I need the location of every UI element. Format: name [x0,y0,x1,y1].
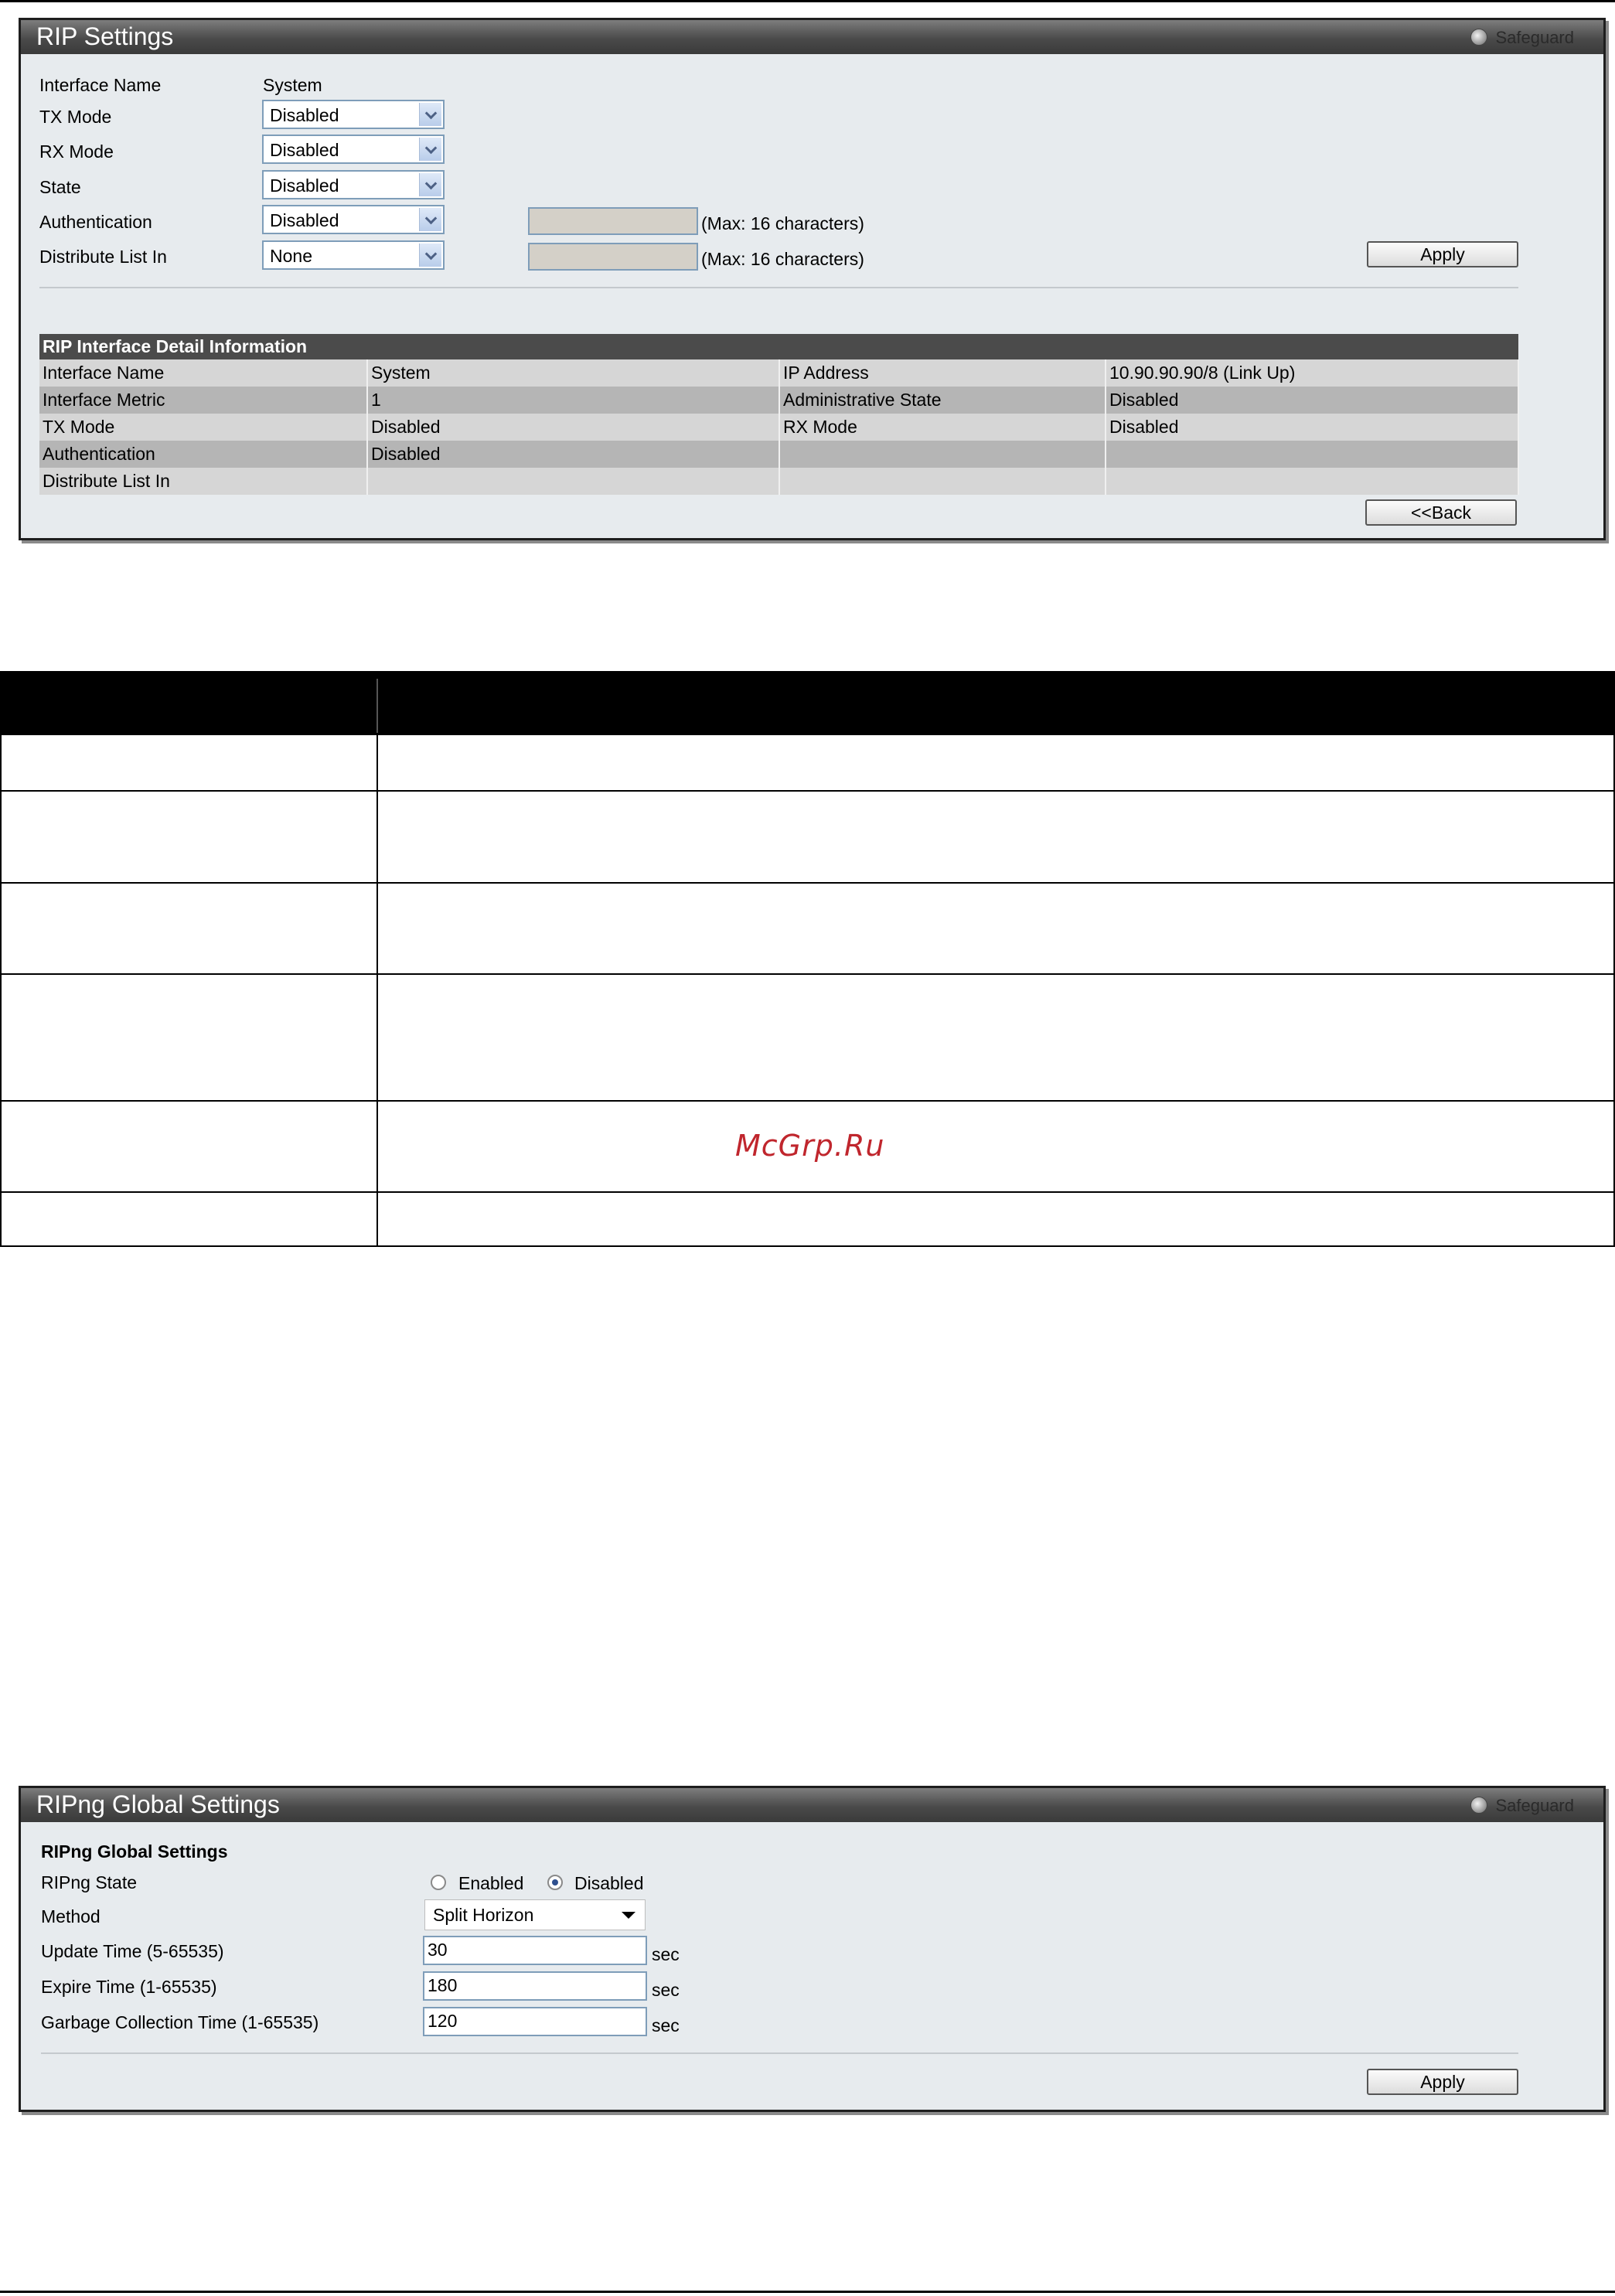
table-cell: TX Mode [39,414,368,441]
table-header: RIP Interface Detail Information [39,334,1519,359]
table-cell [1106,441,1520,468]
description-row [0,735,1613,792]
table-cell: Interface Metric [39,387,368,414]
table-row: Authentication Disabled [39,441,1520,468]
state-value: Disabled [270,175,339,196]
table-cell: Administrative State [779,387,1106,414]
divider [41,2052,1518,2054]
table-cell [779,441,1106,468]
description-row [0,975,1613,1102]
method-value: Split Horizon [433,1905,534,1925]
description-row [0,792,1613,884]
authentication-key-input[interactable] [528,207,698,235]
interface-name-value: System [263,75,322,95]
table-row: TX Mode Disabled RX Mode Disabled [39,414,1520,441]
authentication-select[interactable]: Disabled [262,205,445,234]
tx-mode-label: TX Mode [39,107,112,127]
garbage-time-unit: sec [652,2015,680,2035]
description-row [0,1193,1613,1247]
table-cell: IP Address [779,359,1106,387]
enabled-label: Enabled [458,1873,524,1893]
expire-time-label: Expire Time (1-65535) [41,1977,217,1997]
distribute-list-input[interactable] [528,243,698,271]
rx-mode-value: Disabled [270,140,339,160]
rx-mode-select[interactable]: Disabled [262,135,445,164]
panel-title: RIP Settings [36,22,174,50]
authentication-value: Disabled [270,210,339,230]
table-cell: Disabled [367,414,780,441]
authentication-max-hint: (Max: 16 characters) [701,213,864,233]
rx-mode-label: RX Mode [39,141,114,162]
ripng-global-settings-panel: RIPng Global Settings Safeguard RIPng Gl… [19,1786,1606,2112]
enabled-radio[interactable] [431,1875,446,1890]
section-title: RIPng Global Settings [41,1841,228,1862]
chevron-down-icon[interactable] [419,244,441,267]
safeguard-label: Safeguard [1495,28,1574,47]
table-cell: Interface Name [39,359,368,387]
distribute-list-max-hint: (Max: 16 characters) [701,249,864,269]
garbage-time-input[interactable]: 120 [423,2007,647,2036]
safeguard-label: Safeguard [1495,1796,1574,1815]
rip-settings-header: RIP Settings Safeguard [21,20,1603,54]
panel-title: RIPng Global Settings [36,1790,280,1818]
method-label: Method [41,1906,101,1926]
watermark: McGrp.Ru [735,1129,885,1163]
table-cell: 1 [367,387,780,414]
table-cell: Disabled [1106,387,1520,414]
chevron-down-icon[interactable] [419,103,441,126]
table-cell: System [367,359,780,387]
apply-button[interactable]: Apply [1367,241,1518,267]
page-bottom-rule [0,2291,1615,2293]
expire-time-unit: sec [652,1980,680,2000]
update-time-unit: sec [652,1944,680,1964]
caret-down-icon[interactable] [622,1912,635,1919]
header-divider [376,679,378,733]
expire-time-input[interactable]: 180 [423,1971,647,2001]
table-row: Interface Metric 1 Administrative State … [39,387,1520,414]
garbage-time-label: Garbage Collection Time (1-65535) [41,2012,319,2032]
safeguard-icon [1470,1797,1487,1814]
ripng-state-label: RIPng State [41,1872,138,1892]
page-top-rule [0,0,1615,2]
safeguard-icon [1470,29,1487,46]
table-cell [1106,468,1520,495]
table-cell: Authentication [39,441,368,468]
disabled-radio[interactable] [547,1875,563,1890]
authentication-label: Authentication [39,212,152,232]
table-cell: RX Mode [779,414,1106,441]
table-cell: Disabled [367,441,780,468]
rip-interface-detail-table: RIP Interface Detail Information Interfa… [39,334,1520,495]
table-row: Distribute List In [39,468,1520,495]
table-cell: Disabled [1106,414,1520,441]
interface-name-label: Interface Name [39,75,162,95]
table-row: Interface Name System IP Address 10.90.9… [39,359,1520,387]
state-label: State [39,177,81,197]
table-cell [779,468,1106,495]
tx-mode-select[interactable]: Disabled [262,100,445,129]
method-select[interactable]: Split Horizon [424,1899,646,1930]
update-time-label: Update Time (5-65535) [41,1941,224,1961]
chevron-down-icon[interactable] [419,208,441,231]
table-header-row: RIP Interface Detail Information [39,334,1519,359]
back-button[interactable]: <<Back [1365,499,1517,526]
table-cell: Distribute List In [39,468,368,495]
update-time-input[interactable]: 30 [423,1936,647,1965]
distribute-list-label: Distribute List In [39,247,167,267]
apply-button[interactable]: Apply [1367,2069,1518,2095]
tx-mode-value: Disabled [270,105,339,125]
ripng-header: RIPng Global Settings Safeguard [21,1788,1603,1822]
table-cell [367,468,780,495]
distribute-list-select[interactable]: None [262,240,445,270]
chevron-down-icon[interactable] [419,173,441,196]
description-row [0,884,1613,975]
table-cell: 10.90.90.90/8 (Link Up) [1106,359,1520,387]
divider [39,287,1518,288]
rip-settings-panel: RIP Settings Safeguard Interface Name Sy… [19,18,1606,540]
state-select[interactable]: Disabled [262,170,445,199]
disabled-label: Disabled [574,1873,644,1893]
distribute-list-value: None [270,246,312,266]
chevron-down-icon[interactable] [419,138,441,161]
description-table-header [0,671,1615,735]
